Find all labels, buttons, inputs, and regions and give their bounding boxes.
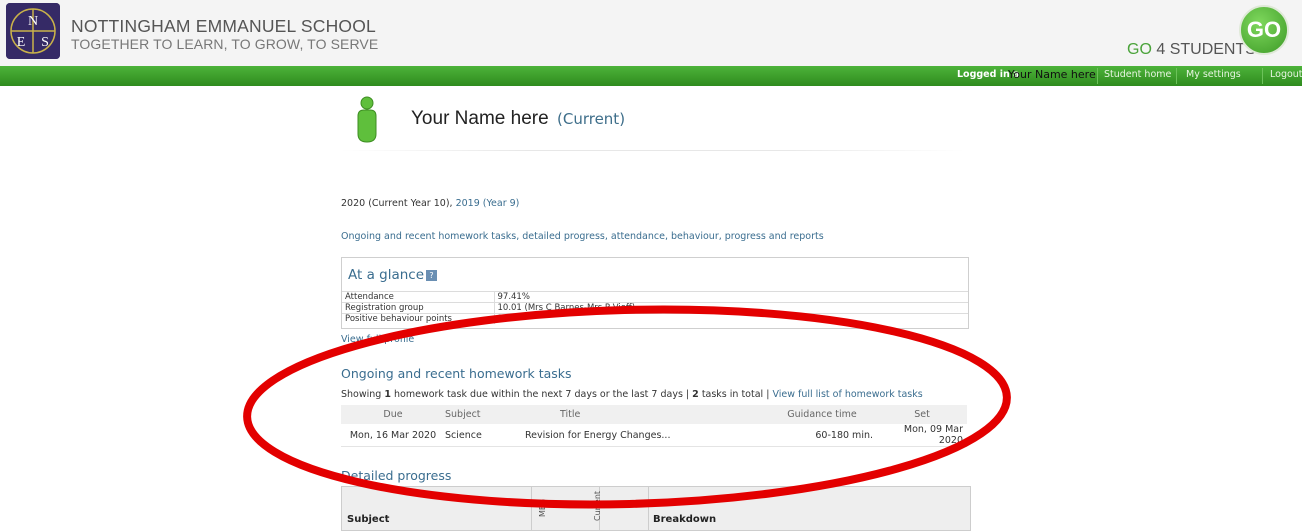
homework-due-date: Mon, 16 Mar 2020 bbox=[341, 424, 445, 447]
student-status: (Current) bbox=[557, 110, 626, 128]
homework-set-date: Mon, 09 Mar 2020 bbox=[881, 424, 967, 447]
column-header[interactable]: Set bbox=[881, 405, 967, 424]
school-motto: TOGETHER TO LEARN, TO GROW, TO SERVE bbox=[71, 36, 379, 52]
go-4-students-label: GO 4 STUDENTS bbox=[1127, 41, 1256, 59]
column-header-current: Current bbox=[593, 490, 602, 521]
nav-my-settings[interactable]: My settings bbox=[1186, 69, 1241, 80]
summary-text: tasks in total | bbox=[701, 389, 770, 400]
school-name: NOTTINGHAM EMMANUEL SCHOOL bbox=[71, 16, 376, 36]
column-header[interactable]: Subject bbox=[445, 405, 525, 424]
glance-value: 97.41% bbox=[494, 291, 968, 303]
view-full-profile-link[interactable]: View full profile bbox=[341, 334, 414, 345]
column-header[interactable]: Guidance time bbox=[771, 405, 881, 424]
nav-divider bbox=[1097, 68, 1098, 84]
nav-divider bbox=[1176, 68, 1177, 84]
table-row: Registration group 10.01 (Mrs C Barnes-M… bbox=[342, 302, 968, 314]
svg-text:S: S bbox=[41, 35, 49, 50]
homework-title-link[interactable]: Revision for Energy Changes... bbox=[525, 424, 771, 447]
svg-text:E: E bbox=[17, 35, 26, 50]
column-divider bbox=[531, 487, 532, 531]
glance-value: 111 bbox=[494, 313, 968, 324]
column-header-subject: Subject bbox=[347, 514, 390, 525]
help-icon[interactable]: ? bbox=[426, 269, 438, 281]
table-row: Mon, 16 Mar 2020 Science Revision for En… bbox=[341, 424, 967, 447]
at-a-glance-title: At a glance? bbox=[348, 267, 438, 283]
homework-subject: Science bbox=[445, 424, 525, 447]
column-header-breakdown: Breakdown bbox=[653, 514, 717, 525]
site-header: N E S NOTTINGHAM EMMANUEL SCHOOL TOGETHE… bbox=[0, 0, 1302, 66]
student-name: Your Name here bbox=[411, 108, 549, 129]
school-logo[interactable]: N E S bbox=[6, 3, 60, 59]
academic-years: 2020 (Current Year 10), 2019 (Year 9) bbox=[341, 198, 519, 209]
total-task-count: 2 bbox=[692, 389, 699, 400]
homework-section-title: Ongoing and recent homework tasks bbox=[341, 366, 572, 381]
nav-divider bbox=[1262, 68, 1263, 84]
svg-text:N: N bbox=[28, 14, 38, 29]
detailed-progress-table: Subject MEG Current Breakdown bbox=[341, 486, 971, 531]
glance-label: Attendance bbox=[342, 291, 495, 303]
go-prefix: GO bbox=[1127, 41, 1152, 58]
column-divider bbox=[648, 487, 649, 531]
summary-sections-link[interactable]: Ongoing and recent homework tasks, detai… bbox=[341, 231, 824, 242]
glance-label: Registration group bbox=[342, 302, 495, 314]
summary-text: homework task due within the next 7 days… bbox=[394, 389, 690, 400]
table-row: Attendance 97.41% bbox=[342, 291, 968, 303]
top-nav-bar: Logged in a Your Name here Student home … bbox=[0, 66, 1302, 86]
glance-value[interactable]: 10.01 (Mrs C Barnes-Mrs P Vioff) bbox=[494, 302, 968, 314]
table-header-row: Due Subject Title Guidance time Set bbox=[341, 405, 967, 424]
at-a-glance-heading: At a glance bbox=[348, 267, 425, 283]
at-a-glance-table: Attendance 97.41% Registration group 10.… bbox=[342, 291, 968, 324]
heading-divider bbox=[340, 150, 965, 151]
detailed-progress-title: Detailed progress bbox=[341, 468, 452, 483]
homework-guidance-time: 60-180 min. bbox=[771, 424, 881, 447]
at-a-glance-panel: At a glance? Attendance 97.41% Registrat… bbox=[341, 257, 969, 329]
student-avatar-icon bbox=[357, 96, 377, 143]
homework-summary: Showing 1 homework task due within the n… bbox=[341, 389, 923, 400]
view-all-homework-link[interactable]: View full list of homework tasks bbox=[772, 389, 922, 400]
current-year: 2020 (Current Year 10), bbox=[341, 198, 453, 209]
due-task-count: 1 bbox=[384, 389, 391, 400]
summary-text: Showing bbox=[341, 389, 382, 400]
table-row: Positive behaviour points 111 bbox=[342, 313, 968, 324]
logged-in-user-name: Your Name here bbox=[1008, 68, 1096, 81]
column-header[interactable]: Title bbox=[525, 405, 771, 424]
nav-logout[interactable]: Logout bbox=[1270, 69, 1302, 80]
column-header[interactable]: Due bbox=[341, 405, 445, 424]
column-header-meg: MEG bbox=[538, 498, 547, 517]
previous-year-link[interactable]: 2019 (Year 9) bbox=[456, 198, 520, 209]
homework-table: Due Subject Title Guidance time Set Mon,… bbox=[341, 405, 967, 447]
nav-student-home[interactable]: Student home bbox=[1104, 69, 1171, 80]
go-suffix: 4 STUDENTS bbox=[1156, 41, 1256, 58]
glance-label: Positive behaviour points bbox=[342, 313, 495, 324]
go-badge-icon[interactable]: GO bbox=[1239, 5, 1289, 55]
